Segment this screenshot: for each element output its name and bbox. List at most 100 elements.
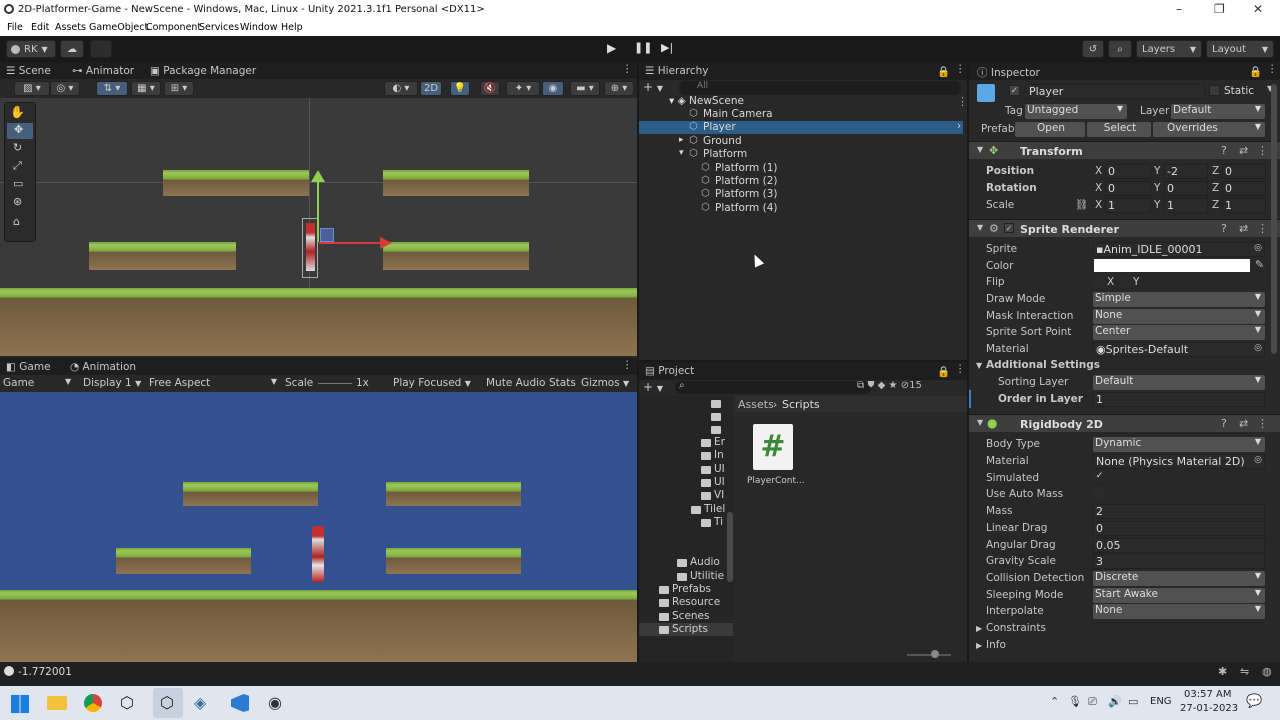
- menu-services[interactable]: Services: [199, 22, 239, 33]
- help-icon[interactable]: ?: [1221, 144, 1227, 157]
- angular-drag-field[interactable]: 0.05: [1093, 538, 1265, 553]
- kebab-menu-icon[interactable]: ⋮: [955, 363, 966, 375]
- platform[interactable]: [383, 170, 529, 196]
- inspector-scrollbar[interactable]: [1271, 84, 1277, 354]
- kebab-menu-icon[interactable]: ⋮: [622, 359, 633, 371]
- battery-icon[interactable]: ▭: [1128, 695, 1138, 708]
- search-button[interactable]: ⌕: [1108, 40, 1132, 58]
- transform-header[interactable]: ▼ ✥ Transform ? ⇄ ⋮: [969, 141, 1280, 159]
- folder-icon[interactable]: [711, 426, 721, 434]
- scale-z-field[interactable]: 1: [1222, 198, 1266, 213]
- x-axis-handle[interactable]: [319, 242, 381, 244]
- linear-drag-field[interactable]: 0: [1093, 521, 1265, 536]
- unity-editor-taskbar-button[interactable]: ⬡: [153, 688, 183, 718]
- rotate-tool-icon[interactable]: ↻: [13, 141, 22, 154]
- constraints-foldout[interactable]: ▶ Constraints: [976, 622, 1046, 634]
- foldout-icon[interactable]: ▸: [679, 135, 684, 145]
- platform[interactable]: [89, 242, 236, 270]
- obs-icon[interactable]: ◉: [268, 693, 282, 712]
- position-y-field[interactable]: -2: [1164, 164, 1208, 179]
- eyedropper-icon[interactable]: ✎: [1255, 258, 1264, 271]
- rotation-x-field[interactable]: 0: [1105, 181, 1151, 196]
- rotation-y-field[interactable]: 0: [1164, 181, 1208, 196]
- notifications-icon[interactable]: 💬: [1246, 694, 1262, 709]
- audio-icon[interactable]: 🔇: [480, 81, 500, 96]
- platform[interactable]: [163, 170, 309, 196]
- tab-hierarchy[interactable]: ☰ Hierarchy: [645, 65, 709, 77]
- hierarchy-item[interactable]: ⬡ Platform (3): [639, 188, 963, 201]
- hierarchy-item[interactable]: ⬡ Platform (1): [639, 162, 963, 175]
- project-folder[interactable]: VI: [639, 489, 733, 502]
- preset-icon[interactable]: ⇄: [1239, 222, 1248, 235]
- order-in-layer-field[interactable]: 1: [1093, 392, 1265, 407]
- draw-mode-button[interactable]: ▨ ▾: [14, 81, 50, 96]
- progress-icon[interactable]: ⇋: [1240, 665, 1249, 678]
- kebab-menu-icon[interactable]: ⋮: [1257, 417, 1268, 430]
- project-folder[interactable]: Utilitie: [639, 570, 733, 583]
- flip-y-checkbox[interactable]: [1121, 276, 1132, 287]
- gizmo-button[interactable]: ◎ ▾: [50, 81, 80, 96]
- project-folder[interactable]: Ti: [639, 516, 733, 529]
- platform[interactable]: [383, 242, 529, 270]
- menu-component[interactable]: Component: [146, 22, 201, 33]
- tab-scene[interactable]: ☰ Scene: [6, 65, 51, 77]
- kebab-menu-icon[interactable]: ⋮: [1257, 144, 1268, 157]
- menu-assets[interactable]: Assets: [55, 22, 86, 33]
- foldout-icon[interactable]: ▼: [977, 418, 983, 427]
- hierarchy-item[interactable]: ▾ ⬡ Platform: [639, 148, 963, 161]
- project-search[interactable]: ⌕: [675, 380, 871, 394]
- custom-tool-icon[interactable]: ⌂: [13, 215, 20, 228]
- stats-button[interactable]: Stats: [549, 377, 576, 389]
- minimize-button[interactable]: –: [1176, 2, 1182, 16]
- game-view[interactable]: [0, 392, 637, 662]
- sorting-layer-dropdown[interactable]: Default ▼: [1093, 375, 1265, 390]
- tab-animation[interactable]: ◔ Animation: [70, 361, 136, 373]
- sleeping-mode-dropdown[interactable]: Start Awake ▼: [1093, 588, 1265, 603]
- material-field[interactable]: ◉Sprites-Default ◎: [1093, 342, 1265, 357]
- project-filter-icons[interactable]: ⧉ ⛊ ◆ ★ ⊘15: [857, 380, 922, 391]
- layer-dropdown[interactable]: Default ▼: [1171, 104, 1265, 119]
- project-folder[interactable]: In: [639, 449, 733, 462]
- prefab-select-button[interactable]: Select: [1087, 122, 1151, 137]
- grid-button[interactable]: ▦ ▾: [131, 81, 161, 96]
- close-button[interactable]: ✕: [1253, 2, 1263, 16]
- project-folder[interactable]: UI: [639, 476, 733, 489]
- debug-icon[interactable]: ✱: [1218, 665, 1227, 678]
- tab-package-manager[interactable]: ▣ Package Manager: [150, 65, 256, 77]
- microphone-icon[interactable]: 🎙: [1068, 695, 1082, 708]
- display-dropdown[interactable]: Display 1 ▼: [83, 377, 141, 389]
- rect-tool-icon[interactable]: ▭: [13, 177, 23, 190]
- position-x-field[interactable]: 0: [1105, 164, 1151, 179]
- static-checkbox[interactable]: [1209, 85, 1220, 96]
- ground[interactable]: [0, 288, 637, 356]
- move-tool-icon[interactable]: ✥: [7, 123, 33, 139]
- clock-date[interactable]: 27-01-2023: [1180, 703, 1238, 714]
- tab-animator[interactable]: ⊶ Animator: [72, 65, 134, 77]
- menu-window[interactable]: Window: [240, 22, 277, 33]
- tab-project[interactable]: ▤ Project: [645, 365, 694, 377]
- folder-icon[interactable]: [711, 400, 721, 408]
- foldout-icon[interactable]: ▼: [977, 145, 983, 154]
- slider-thumb[interactable]: [931, 650, 939, 658]
- active-checkbox[interactable]: ✓: [1009, 85, 1020, 96]
- collab-button[interactable]: [90, 40, 112, 58]
- scale-tool-icon[interactable]: ⤢: [13, 159, 22, 173]
- gizmos-toggle[interactable]: ⊕ ▾: [604, 81, 634, 96]
- preset-icon[interactable]: ⇄: [1239, 144, 1248, 157]
- breadcrumb-assets[interactable]: Assets: [738, 398, 774, 411]
- foldout-icon[interactable]: ▼: [977, 223, 983, 232]
- prefab-open-button[interactable]: Open: [1015, 122, 1085, 137]
- game-view-dropdown[interactable]: Game ▼: [3, 377, 71, 389]
- y-arrow-icon[interactable]: [311, 170, 325, 182]
- mute-audio-button[interactable]: Mute Audio: [486, 377, 545, 389]
- mass-field[interactable]: 2: [1093, 504, 1265, 519]
- foldout-icon[interactable]: ▾: [679, 148, 684, 158]
- lock-icon[interactable]: 🔒: [1249, 65, 1262, 78]
- windows-start-icon[interactable]: [11, 695, 29, 713]
- menu-help[interactable]: Help: [281, 22, 303, 33]
- orientation-button[interactable]: ◐ ▾: [384, 81, 418, 96]
- hierarchy-item[interactable]: ⬡ Platform (4): [639, 202, 963, 215]
- additional-settings-foldout[interactable]: ▼ Additional Settings: [976, 359, 1100, 371]
- scale-x-field[interactable]: 1: [1105, 198, 1151, 213]
- csharp-script-icon[interactable]: #: [753, 424, 793, 470]
